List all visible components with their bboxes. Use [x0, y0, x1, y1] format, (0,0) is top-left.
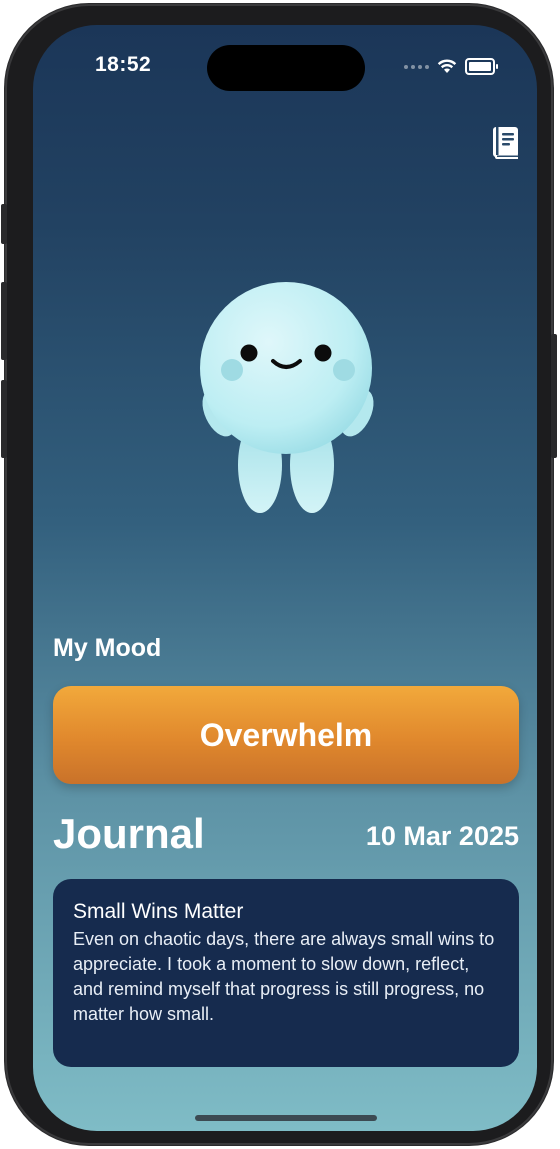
home-indicator[interactable]: [195, 1115, 377, 1121]
action-button: [1, 204, 7, 244]
journal-entry-title: Small Wins Matter: [73, 900, 244, 923]
my-mood-label: My Mood: [53, 634, 162, 662]
journal-book-icon[interactable]: [491, 126, 521, 160]
journal-entry-body: Even on chaotic days, there are always s…: [73, 929, 495, 1024]
journal-heading: Journal: [53, 810, 205, 857]
cellular-dots-icon: [404, 64, 429, 69]
journal-date: 10 Mar 2025: [365, 821, 519, 851]
volume-down-button: [1, 380, 7, 458]
mood-button-label: Overwhelm: [199, 716, 373, 753]
phone-frame: 18:52 My Mood Overwhelm Journal 10 Mar 2…: [1, 4, 557, 1145]
journal-entry-card[interactable]: Small Wins Matter Even on chaotic days, …: [53, 879, 519, 1067]
app-screen: 18:52 My Mood Overwhelm Journal 10 Mar 2…: [33, 25, 537, 1131]
wifi-icon: [437, 59, 457, 73]
dynamic-island: [207, 45, 365, 91]
mood-character[interactable]: [193, 273, 383, 513]
current-mood-button[interactable]: Overwhelm: [53, 686, 519, 784]
volume-up-button: [1, 282, 7, 360]
power-button: [551, 334, 557, 458]
status-icons: [404, 58, 498, 75]
battery-icon: [465, 58, 498, 75]
status-time: 18:52: [95, 53, 152, 76]
